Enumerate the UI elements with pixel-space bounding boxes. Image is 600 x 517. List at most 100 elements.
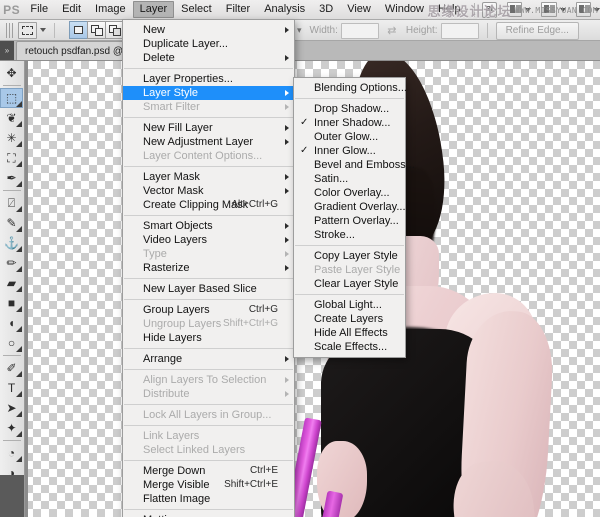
lasso-tool[interactable]: ❦	[0, 108, 23, 128]
clone-stamp-tool[interactable]: ⚓	[0, 233, 23, 253]
layer-menu-new[interactable]: New	[123, 23, 294, 37]
eraser-tool[interactable]: ▰	[0, 273, 23, 293]
layer-menu-matting[interactable]: Matting	[123, 513, 294, 517]
layer-menu-new-layer-based-slice[interactable]: New Layer Based Slice	[123, 282, 294, 296]
rectangular-marquee-tool[interactable]: ⬚	[0, 88, 23, 108]
chevron-down-icon-2[interactable]	[559, 7, 566, 12]
layer-menu-new-fill-layer[interactable]: New Fill Layer	[123, 121, 294, 135]
layer-style-inner-shadow[interactable]: ✓ Inner Shadow...	[294, 116, 405, 130]
menu-view[interactable]: View	[340, 1, 378, 18]
width-input[interactable]	[340, 22, 379, 39]
spot-healing-brush-tool[interactable]: ⍁	[0, 193, 23, 213]
menu-help[interactable]: Help	[431, 1, 468, 18]
layer-menu-arrange[interactable]: Arrange	[123, 352, 294, 366]
layer-style-bevel-and-emboss[interactable]: Bevel and Emboss...	[294, 158, 415, 172]
tool-preset-chevron-icon[interactable]	[40, 28, 46, 32]
menu-image[interactable]: Image	[88, 1, 133, 18]
layer-menu-delete[interactable]: Delete	[123, 51, 294, 65]
3d-rotate-tool[interactable]: ◔	[0, 443, 23, 463]
new-selection-button[interactable]	[69, 21, 88, 39]
layer-style-create-layers[interactable]: Create Layers	[294, 312, 405, 326]
options-bar-grip[interactable]	[6, 22, 13, 38]
brush-tool[interactable]: ✎	[0, 213, 23, 233]
layer-style-clear-layer-style[interactable]: Clear Layer Style	[294, 277, 405, 291]
layer-menu-layer-properties[interactable]: Layer Properties...	[123, 72, 294, 86]
layer-menu-rasterize[interactable]: Rasterize	[123, 261, 294, 275]
layer-menu-layer-style[interactable]: Layer Style	[123, 86, 294, 100]
layer-menu-merge-visible[interactable]: Merge Visible Shift+Ctrl+E	[123, 478, 294, 492]
dodge-tool[interactable]: ○	[0, 333, 23, 353]
menu-layer[interactable]: Layer	[132, 1, 175, 18]
layer-menu-duplicate-layer[interactable]: Duplicate Layer...	[123, 37, 294, 51]
tool-flyout-indicator[interactable]	[16, 141, 22, 147]
layer-style-drop-shadow[interactable]: Drop Shadow...	[294, 102, 405, 116]
layer-style-color-overlay[interactable]: Color Overlay...	[294, 186, 405, 200]
layer-menu-new-adjustment-layer[interactable]: New Adjustment Layer	[123, 135, 294, 149]
layer-style-copy-layer-style[interactable]: Copy Layer Style	[294, 249, 405, 263]
tool-flyout-indicator[interactable]	[16, 326, 22, 332]
tool-flyout-indicator[interactable]	[16, 246, 22, 252]
tool-flyout-indicator[interactable]	[16, 101, 22, 107]
layer-style-pattern-overlay[interactable]: Pattern Overlay...	[294, 214, 405, 228]
view-extras-icon[interactable]	[506, 2, 523, 17]
menu-edit[interactable]: Edit	[55, 1, 88, 18]
gradient-tool[interactable]: ■	[0, 293, 23, 313]
custom-shape-tool[interactable]: ✦	[0, 418, 23, 438]
height-input[interactable]	[440, 22, 479, 39]
document-tab[interactable]: retouch psdfan.psd @	[16, 41, 132, 60]
layer-style-hide-all-effects[interactable]: Hide All Effects	[294, 326, 405, 340]
layer-style-scale-effects[interactable]: Scale Effects...	[294, 340, 405, 354]
menu-window[interactable]: Window	[378, 1, 431, 18]
layer-menu-layer-mask[interactable]: Layer Mask	[123, 170, 294, 184]
current-tool-preview-icon[interactable]	[18, 21, 37, 39]
layer-style-stroke[interactable]: Stroke...	[294, 228, 405, 242]
tool-flyout-indicator[interactable]	[16, 121, 22, 127]
swap-dimensions-icon[interactable]: ⇄	[386, 25, 398, 37]
tool-flyout-indicator[interactable]	[16, 431, 22, 437]
tool-flyout-indicator[interactable]	[16, 411, 22, 417]
tool-flyout-indicator[interactable]	[16, 286, 22, 292]
tool-flyout-indicator[interactable]	[16, 181, 22, 187]
layer-menu-flatten-image[interactable]: Flatten Image	[123, 492, 294, 506]
menu-select[interactable]: Select	[174, 1, 219, 18]
tool-flyout-indicator[interactable]	[16, 391, 22, 397]
chevron-down-icon[interactable]	[525, 7, 532, 12]
arrange-documents-icon[interactable]	[575, 2, 591, 17]
anti-alias-chevron-icon[interactable]: ▾	[297, 25, 302, 36]
layer-menu-hide-layers[interactable]: Hide Layers	[123, 331, 294, 345]
move-tool[interactable]: ✥	[0, 63, 23, 83]
tool-flyout-indicator[interactable]	[16, 346, 22, 352]
layer-menu-vector-mask[interactable]: Vector Mask	[123, 184, 294, 198]
tool-flyout-indicator[interactable]	[16, 371, 22, 377]
tool-flyout-indicator[interactable]	[16, 266, 22, 272]
menu-file[interactable]: File	[23, 1, 55, 18]
horizontal-type-tool[interactable]: T	[0, 378, 23, 398]
layer-menu-create-clipping-mask[interactable]: Create Clipping Mask Alt+Ctrl+G	[123, 198, 294, 212]
layer-menu-smart-objects[interactable]: Smart Objects	[123, 219, 294, 233]
layer-style-satin[interactable]: Satin...	[294, 172, 405, 186]
layer-style-inner-glow[interactable]: ✓ Inner Glow...	[294, 144, 405, 158]
layer-menu-group-layers[interactable]: Group Layers Ctrl+G	[123, 303, 294, 317]
tool-flyout-indicator[interactable]	[16, 161, 22, 167]
tool-flyout-indicator[interactable]	[16, 226, 22, 232]
tab-bar-grip[interactable]: »	[0, 41, 14, 60]
tool-flyout-indicator[interactable]	[16, 306, 22, 312]
eyedropper-tool[interactable]: ✒	[0, 168, 23, 188]
tool-flyout-indicator[interactable]	[16, 456, 22, 462]
crop-tool[interactable]: ⛶	[0, 148, 23, 168]
path-selection-tool[interactable]: ➤	[0, 398, 23, 418]
layer-style-global-light[interactable]: Global Light...	[294, 298, 405, 312]
layer-style-blending-options[interactable]: Blending Options...	[294, 81, 407, 95]
screen-mode-icon[interactable]	[541, 2, 557, 17]
menu-filter[interactable]: Filter	[219, 1, 257, 18]
refine-edge-button[interactable]: Refine Edge...	[495, 21, 579, 40]
tool-flyout-indicator[interactable]	[16, 206, 22, 212]
blur-tool[interactable]: ◖	[0, 313, 23, 333]
add-to-selection-button[interactable]	[87, 21, 106, 39]
layer-style-outer-glow[interactable]: Outer Glow...	[294, 130, 405, 144]
layer-style-gradient-overlay[interactable]: Gradient Overlay...	[294, 200, 406, 214]
quick-selection-tool[interactable]: ✳	[0, 128, 23, 148]
pen-tool[interactable]: ✐	[0, 358, 23, 378]
chevron-down-icon-3[interactable]	[594, 7, 600, 12]
layer-menu-video-layers[interactable]: Video Layers	[123, 233, 294, 247]
